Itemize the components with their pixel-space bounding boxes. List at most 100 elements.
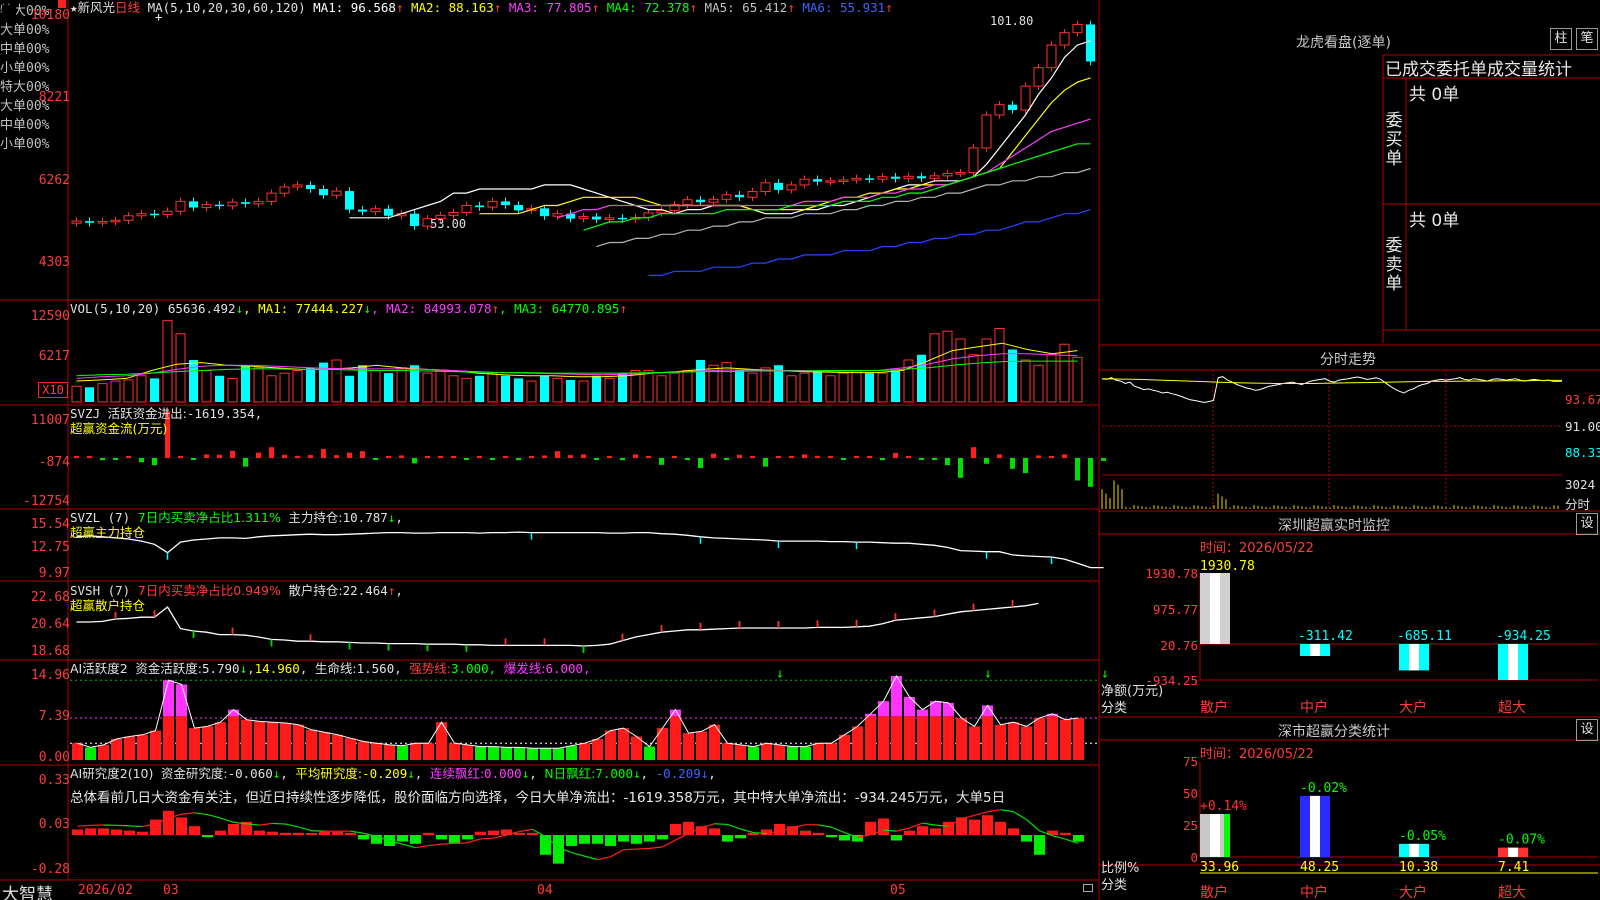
svsh-value: 22.464 — [342, 583, 388, 598]
volume-bar — [696, 360, 705, 402]
ma-value-6: MA6: 55.931 — [794, 0, 886, 15]
ai-line — [77, 674, 1079, 749]
svzj-bar — [646, 456, 651, 458]
tick-mode-button[interactable]: 笔 — [1576, 28, 1598, 50]
svzl-label[interactable]: SVZL (7) — [70, 510, 130, 525]
research-bar — [657, 835, 668, 840]
sz-monitor-bar-highlight-2 — [1310, 644, 1320, 657]
research-header: AI研究度2(10) 资金研究度:-0.060↓, 平均研究度:-0.209↓,… — [70, 766, 716, 781]
candle-body — [955, 172, 966, 175]
candle-body — [215, 204, 224, 207]
ma-arrow-5: ↑ — [787, 0, 795, 15]
ai-bar — [475, 746, 486, 760]
app-logo[interactable]: 大智慧 — [2, 880, 53, 900]
svzj-bar — [204, 454, 209, 458]
research-item1: 资金研究度: — [160, 766, 228, 781]
candle-body — [981, 114, 992, 149]
ts-vol-axis: 3024 — [1565, 477, 1596, 492]
vol-unit-badge[interactable]: X10 — [38, 382, 68, 398]
research-line-segment — [1013, 811, 1027, 821]
sz-class-settings-button[interactable]: 设 — [1576, 719, 1598, 741]
period-label[interactable]: 日线 — [115, 0, 140, 15]
sz-class-change-4: -0.07% — [1498, 833, 1545, 848]
svzj-bar — [529, 456, 534, 458]
research-line-segment — [571, 852, 585, 857]
research-bar — [1060, 832, 1071, 835]
research-bar — [826, 835, 837, 838]
research-line-segment — [480, 837, 494, 840]
svzj-label[interactable]: SVZJ — [70, 406, 100, 421]
vol-label[interactable]: VOL(5,10,20) — [70, 301, 160, 316]
ai-bar — [1060, 719, 1071, 760]
ai-bar — [85, 747, 96, 760]
candle-body — [150, 213, 159, 216]
svzj-bar — [1088, 458, 1093, 487]
svzj-bar — [74, 456, 79, 458]
candle-body — [813, 179, 822, 182]
ai-bar — [930, 716, 941, 760]
candle-body — [917, 176, 926, 179]
ai-bar-burst — [163, 680, 174, 717]
svzj-bar — [698, 458, 703, 469]
ai-bar — [319, 732, 330, 760]
volume-bar — [592, 375, 601, 402]
candle-body — [306, 184, 315, 190]
stock-name[interactable]: ★新风光 — [70, 0, 115, 15]
research-bar — [306, 833, 317, 835]
research-value5: -0.209 — [655, 766, 701, 781]
ai-bar — [774, 744, 785, 760]
svzj-bar — [425, 456, 430, 458]
research-bar — [176, 817, 187, 835]
svzj-bar — [633, 454, 638, 458]
volume-bar — [981, 338, 992, 403]
ai-item5: 爆发线: — [503, 661, 546, 676]
volume-bar — [566, 379, 575, 402]
research-axis-2: 0.03 — [38, 817, 70, 832]
research-label[interactable]: AI研究度2(10) — [70, 766, 153, 781]
svzj-bar — [295, 455, 300, 458]
vol-ma-value-2: , MA2: 84993.078 — [371, 301, 492, 316]
research-line-segment — [220, 817, 234, 823]
ai-value1: 5.790 — [201, 661, 240, 676]
research-bar — [85, 828, 96, 835]
svsh-axis-3: 18.68 — [30, 644, 70, 659]
ai-bar — [826, 743, 837, 760]
research-value4: 7.000 — [595, 766, 633, 781]
svzj-bar — [256, 452, 261, 458]
svzj-bar — [1010, 458, 1015, 469]
volume-bar — [175, 333, 186, 403]
candle-body — [1020, 85, 1031, 111]
kline-axis-1: 10180 — [30, 8, 70, 23]
ai-label[interactable]: AI活跃度2 — [70, 661, 128, 676]
cursor-cross-icon: + — [155, 10, 163, 24]
research-line-segment — [467, 838, 481, 844]
candle-body — [331, 190, 342, 196]
ai-bar-burst — [176, 684, 187, 717]
ai-bar — [553, 748, 564, 760]
sz-class-bar-highlight-4 — [1508, 847, 1518, 857]
candle-body — [123, 215, 134, 221]
bar-mode-button[interactable]: 柱 — [1550, 28, 1572, 50]
ai-bar — [644, 746, 655, 760]
volume-bar — [150, 378, 159, 402]
candle-body — [552, 213, 563, 217]
sz-monitor-bar-highlight-4 — [1508, 644, 1518, 680]
svzj-bar — [464, 458, 469, 460]
lock-icon[interactable] — [1083, 884, 1093, 892]
ai-bar — [527, 748, 538, 760]
sz-monitor-settings-button[interactable]: 设 — [1576, 513, 1598, 535]
ts-axis-1: 93.67 — [1565, 392, 1600, 407]
sell-total: 共 0单 — [1409, 211, 1460, 231]
volume-bar — [786, 375, 797, 403]
svzj-bar — [1049, 456, 1054, 458]
ma-line-1 — [349, 40, 1091, 219]
svsh-label[interactable]: SVSH (7) — [70, 583, 130, 598]
candle-body — [760, 182, 771, 192]
svzj-bar — [490, 458, 495, 460]
ai-item3: 生命线: — [314, 661, 357, 676]
svzj-bar — [828, 456, 833, 458]
period-marker-icon[interactable] — [58, 0, 66, 8]
research-bar — [228, 824, 239, 835]
svzj-bar — [555, 451, 560, 458]
svzj-bar — [659, 458, 664, 465]
